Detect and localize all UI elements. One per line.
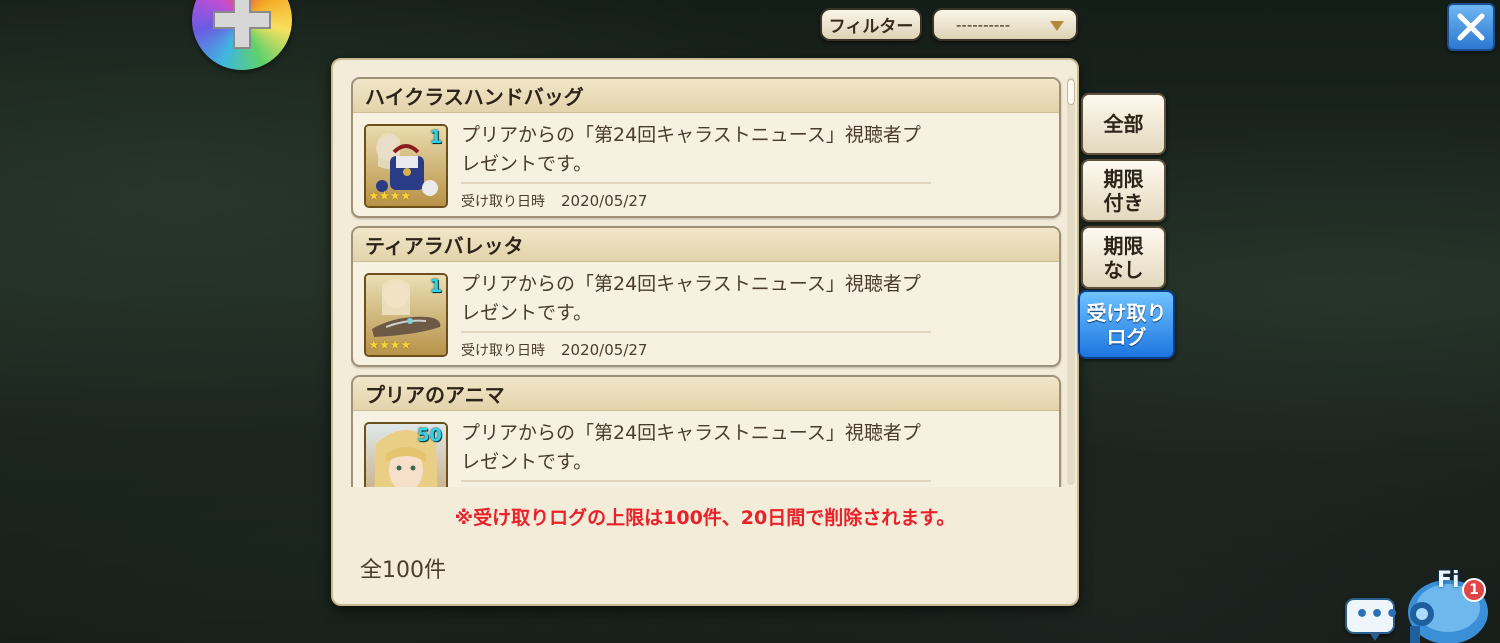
tab-with-expiry-line2: 付き [1103,190,1144,215]
tab-all-label: 全部 [1103,112,1144,136]
list-item: プリアのアニマ 50 プリアからの「第24回キャラストニュース」視聴者プレゼント… [351,375,1061,487]
tab-receipt-log[interactable]: 受け取り ログ [1078,290,1175,359]
item-title: ハイクラスハンドバッグ [353,79,1059,113]
tab-all[interactable]: 全部 [1081,93,1166,155]
item-description: プリアからの「第24回キャラストニュース」視聴者プレゼントです。 [461,422,921,473]
tab-with-expiry-line1: 期限 [1103,166,1144,191]
tab-receipt-log-line1: 受け取り [1086,300,1167,325]
mascot-label: Fi [1437,568,1460,593]
tab-no-expiry-line1: 期限 [1103,233,1144,258]
rarity-stars: ★★★★ [368,189,412,204]
tab-with-expiry[interactable]: 期限 付き [1081,159,1166,222]
receipt-date: 2020/05/27 [561,192,648,210]
dropdown-caret-icon [1050,21,1064,31]
list-item: ティアラバレッタ 1 ★★★★ プリアからの「第24回キャラストニュース」視聴者… [351,226,1061,367]
list-scrollbar[interactable] [1067,77,1075,485]
item-title: プリアのアニマ [353,377,1059,411]
close-button[interactable] [1447,3,1495,51]
log-limit-notice: ※受け取りログの上限は100件、20日間で削除されます。 [454,507,956,529]
receipt-date: 2020/05/27 [561,341,648,359]
filter-button[interactable]: フィルター [820,8,922,41]
receipt-date-row: 受け取り日時 2020/05/27 [461,340,647,360]
total-count: 全100件 [360,558,446,583]
scrollbar-thumb[interactable] [1067,79,1075,105]
notification-badge: 1 [1462,578,1486,602]
dpad-icon [213,0,271,49]
item-title: ティアラバレッタ [353,228,1059,262]
filter-dropdown[interactable]: ---------- [932,8,1078,41]
item-quantity: 1 [429,127,442,148]
item-thumbnail[interactable]: 50 [364,422,448,487]
chat-bubble-tail [1369,632,1381,641]
item-thumbnail[interactable]: 1 ★★★★ [364,124,448,208]
item-description: プリアからの「第24回キャラストニュース」視聴者プレゼントです。 [461,124,921,175]
divider [461,182,931,184]
divider [461,480,931,482]
receipt-log-panel: ハイクラスハンドバッグ 1 ★★★★ プリアからの「第24回キャラストニュース」… [331,58,1079,606]
close-x-icon [1457,13,1485,41]
tab-no-expiry-line2: なし [1103,257,1144,282]
chat-bubble-icon: ••• [1355,602,1401,627]
receipt-date-label: 受け取り日時 [461,194,545,210]
item-thumbnail[interactable]: 1 ★★★★ [364,273,448,357]
item-list[interactable]: ハイクラスハンドバッグ 1 ★★★★ プリアからの「第24回キャラストニュース」… [351,77,1063,487]
receipt-date-row: 受け取り日時 2020/05/27 [461,191,647,211]
tab-no-expiry[interactable]: 期限 なし [1081,226,1166,289]
item-quantity: 1 [429,276,442,297]
divider [461,331,931,333]
chat-button[interactable]: ••• [1345,598,1399,641]
filter-dropdown-value: ---------- [956,15,1011,34]
item-quantity: 50 [416,425,442,446]
rarity-stars: ★★★★ [368,338,412,353]
tab-receipt-log-line2: ログ [1106,324,1147,349]
receipt-date-label: 受け取り日時 [461,343,545,359]
list-item: ハイクラスハンドバッグ 1 ★★★★ プリアからの「第24回キャラストニュース」… [351,77,1061,218]
item-description: プリアからの「第24回キャラストニュース」視聴者プレゼントです。 [461,273,921,324]
